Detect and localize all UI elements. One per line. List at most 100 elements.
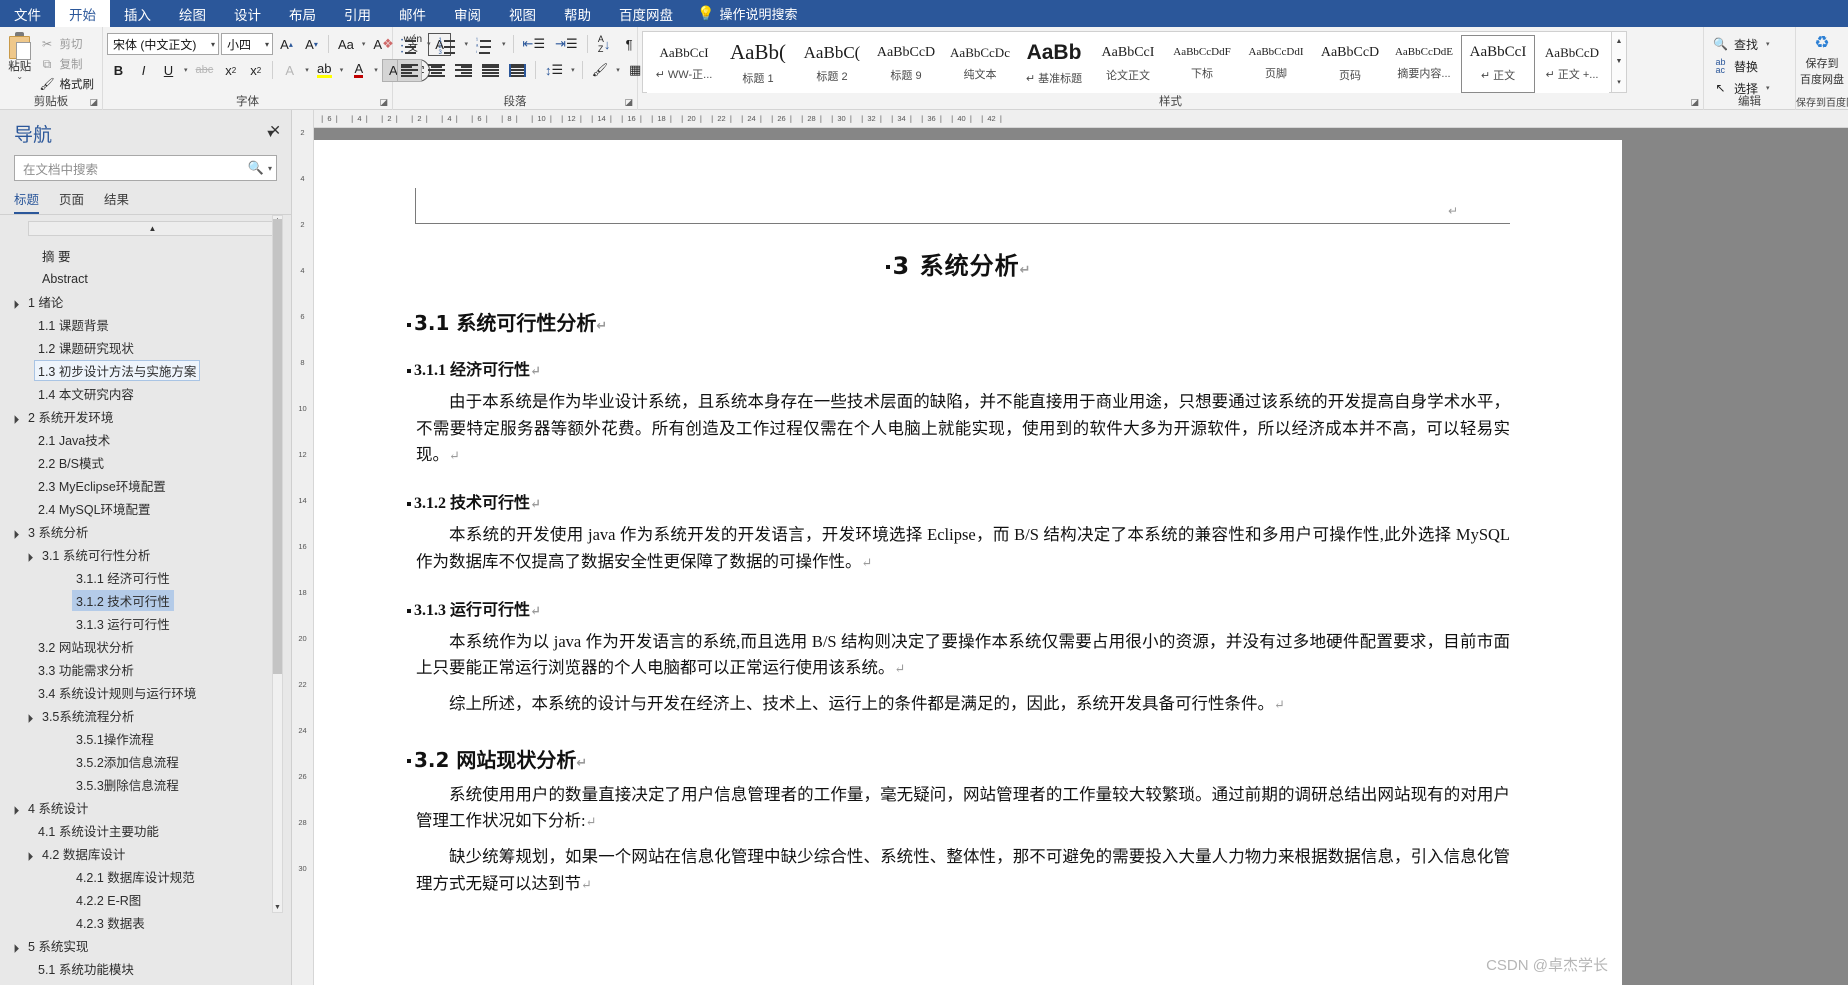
style-item-0[interactable]: AaBbCcI ↵ WW-正...	[647, 35, 721, 93]
clipboard-dialog-launcher-icon[interactable]: ◪	[89, 97, 98, 108]
ribbon-tab-10[interactable]: 帮助	[550, 0, 605, 27]
nav-heading-item-23[interactable]: 3.5.3删除信息流程	[0, 773, 291, 796]
chevron-down-icon[interactable]: ▾	[500, 40, 508, 48]
find-button[interactable]: 🔍 查找 ▾	[1708, 33, 1777, 55]
nav-heading-item-20[interactable]: ◢ 3.5系统流程分析	[0, 704, 291, 727]
styles-dialog-launcher-icon[interactable]: ◪	[1690, 97, 1699, 108]
font-size-combo[interactable]: 小四 ▾	[221, 33, 273, 55]
nav-heading-item-30[interactable]: ◢ 5 系统实现	[0, 934, 291, 957]
font-color-button[interactable]: A	[347, 59, 370, 82]
chevron-down-icon[interactable]: ▾	[303, 66, 311, 74]
italic-button[interactable]: I	[132, 59, 155, 82]
chevron-down-icon[interactable]: ▾	[425, 40, 433, 48]
underline-button[interactable]: U	[157, 59, 180, 82]
distribute-button[interactable]	[505, 59, 530, 82]
nav-heading-item-6[interactable]: 1.4 本文研究内容	[0, 382, 291, 405]
paragraph-dialog-launcher-icon[interactable]: ◪	[624, 97, 633, 108]
decrease-font-size-button[interactable]: A ▾	[300, 33, 323, 56]
ribbon-tab-0[interactable]: 文件	[0, 0, 55, 27]
nav-heading-item-26[interactable]: ◢ 4.2 数据库设计	[0, 842, 291, 865]
expand-triangle-icon[interactable]: ◢	[23, 845, 39, 862]
nav-heading-item-0[interactable]: 摘 要	[0, 244, 291, 267]
styles-gallery-scroll[interactable]: ▲ ▼ ▾	[1611, 32, 1626, 92]
baidu-netdisk-icon[interactable]: ♻	[1814, 33, 1829, 53]
ribbon-tab-2[interactable]: 插入	[110, 0, 165, 27]
style-item-3[interactable]: AaBbCcD 标题 9	[869, 35, 943, 93]
ribbon-tab-5[interactable]: 布局	[275, 0, 330, 27]
chevron-down-icon[interactable]: ▾	[1764, 84, 1772, 92]
text-effects-button[interactable]: A	[278, 59, 301, 82]
ribbon-tab-6[interactable]: 引用	[330, 0, 385, 27]
nav-heading-item-27[interactable]: 4.2.1 数据库设计规范	[0, 865, 291, 888]
horizontal-ruler[interactable]: ❘ 6 ❘ ❘ 4 ❘ ❘ 2 ❘ ❘ 2 ❘ ❘ 4 ❘ ❘ 6 ❘ ❘ 8 ❘ ❘ 10 …	[314, 110, 1848, 128]
style-item-5[interactable]: AaBb ↵ 基准标题	[1017, 35, 1091, 93]
styles-gallery[interactable]: AaBbCcI ↵ WW-正... AaBb(标题 1 AaBbC(标题 2 AaBbC…	[642, 31, 1627, 93]
decrease-indent-button[interactable]: ⇤ ☰	[519, 33, 550, 56]
nav-heading-item-15[interactable]: 3.1.2 技术可行性	[0, 589, 291, 612]
expand-triangle-icon[interactable]: ◢	[23, 546, 39, 563]
nav-heading-item-1[interactable]: Abstract	[0, 267, 291, 290]
line-spacing-button[interactable]: ↕ ☰	[541, 59, 567, 82]
nav-heading-item-14[interactable]: 3.1.1 经济可行性	[0, 566, 291, 589]
replace-button[interactable]: ab ac 替换	[1708, 55, 1763, 77]
ribbon-tab-8[interactable]: 审阅	[440, 0, 495, 27]
style-item-6[interactable]: AaBbCcI 论文正文	[1091, 35, 1165, 93]
nav-heading-item-16[interactable]: 3.1.3 运行可行性	[0, 612, 291, 635]
nav-heading-item-3[interactable]: 1.1 课题背景	[0, 313, 291, 336]
nav-tab-1[interactable]: 页面	[59, 189, 84, 214]
nav-heading-item-12[interactable]: ◢ 3 系统分析	[0, 520, 291, 543]
ribbon-tab-11[interactable]: 百度网盘	[605, 0, 687, 27]
shading-button[interactable]: 🖌	[588, 59, 613, 82]
expand-triangle-icon[interactable]: ◢	[9, 937, 25, 954]
chevron-down-icon[interactable]: ▾	[182, 66, 190, 74]
paste-button[interactable]: 粘贴 ⌄	[4, 31, 36, 81]
chevron-down-icon[interactable]: ▾	[1764, 40, 1772, 48]
strikethrough-button[interactable]: abc	[192, 59, 218, 82]
bullet-list-button[interactable]: • • •	[397, 33, 423, 56]
align-left-button[interactable]	[397, 58, 422, 82]
style-item-2[interactable]: AaBbC(标题 2	[795, 35, 869, 93]
font-dialog-launcher-icon[interactable]: ◪	[379, 97, 388, 108]
numbered-list-button[interactable]: 123	[435, 33, 461, 56]
multilevel-list-button[interactable]: ¹ᵃⁱ	[472, 33, 498, 57]
ribbon-tab-3[interactable]: 绘图	[165, 0, 220, 27]
increase-indent-button[interactable]: ⇥ ☰	[551, 33, 582, 56]
nav-heading-item-24[interactable]: ◢ 4 系统设计	[0, 796, 291, 819]
justify-button[interactable]	[478, 59, 503, 82]
style-item-12[interactable]: AaBbCcD ↵ 正文 +...	[1535, 35, 1609, 93]
chevron-down-icon[interactable]: ▾	[372, 66, 380, 74]
font-name-combo[interactable]: 宋体 (中文正文) ▾	[107, 33, 219, 55]
nav-heading-item-9[interactable]: 2.2 B/S模式	[0, 451, 291, 474]
change-case-button[interactable]: Aa	[334, 33, 358, 56]
nav-tab-0[interactable]: 标题	[14, 189, 40, 214]
scroll-down-icon[interactable]: ▼	[273, 904, 282, 911]
tell-me-search[interactable]: 💡 操作说明搜索	[687, 0, 807, 27]
nav-heading-item-29[interactable]: 4.2.3 数据表	[0, 911, 291, 934]
document-area[interactable]: ❘ 6 ❘ ❘ 4 ❘ ❘ 2 ❘ ❘ 2 ❘ ❘ 4 ❘ ❘ 6 ❘ ❘ 8 ❘ ❘ 10 …	[314, 110, 1848, 985]
ribbon-tab-1[interactable]: 开始	[55, 0, 110, 27]
nav-heading-item-10[interactable]: 2.3 MyEclipse环境配置	[0, 474, 291, 497]
style-item-4[interactable]: AaBbCcDc 纯文本	[943, 35, 1017, 93]
increase-font-size-button[interactable]: A ▴	[275, 33, 298, 56]
chevron-down-icon[interactable]: ▾	[463, 40, 471, 48]
ribbon-tab-7[interactable]: 邮件	[385, 0, 440, 27]
chevron-down-icon[interactable]: ▾	[360, 40, 368, 48]
chevron-down-icon[interactable]: ▾	[614, 66, 622, 74]
navigation-scrollbar[interactable]: ▲ ▼	[272, 215, 283, 913]
nav-heading-item-17[interactable]: 3.2 网站现状分析	[0, 635, 291, 658]
style-item-8[interactable]: AaBbCcDdI 页脚	[1239, 35, 1313, 93]
nav-tab-2[interactable]: 结果	[104, 189, 129, 214]
expand-triangle-icon[interactable]: ◢	[9, 408, 25, 425]
nav-heading-item-28[interactable]: 4.2.2 E-R图	[0, 888, 291, 911]
navigation-search-input[interactable]: 在文档中搜索 🔍 ▾	[14, 155, 277, 181]
close-icon[interactable]: ✕	[269, 122, 281, 139]
document-page[interactable]: ↵ 3 系统分析↵ 3.1 系统可行性分析↵ 3.1.1 经济可行性↵ 由于本系统是…	[314, 140, 1622, 985]
scrollbar-thumb[interactable]	[273, 219, 282, 674]
style-item-11[interactable]: AaBbCcI ↵ 正文	[1461, 35, 1535, 93]
nav-heading-item-2[interactable]: ◢ 1 绪论	[0, 290, 291, 313]
ribbon-tab-4[interactable]: 设计	[220, 0, 275, 27]
expand-triangle-icon[interactable]: ◢	[9, 799, 25, 816]
scroll-up-icon[interactable]: ▲	[1612, 32, 1626, 52]
bold-button[interactable]: B	[107, 59, 130, 82]
nav-heading-item-4[interactable]: 1.2 课题研究现状	[0, 336, 291, 359]
